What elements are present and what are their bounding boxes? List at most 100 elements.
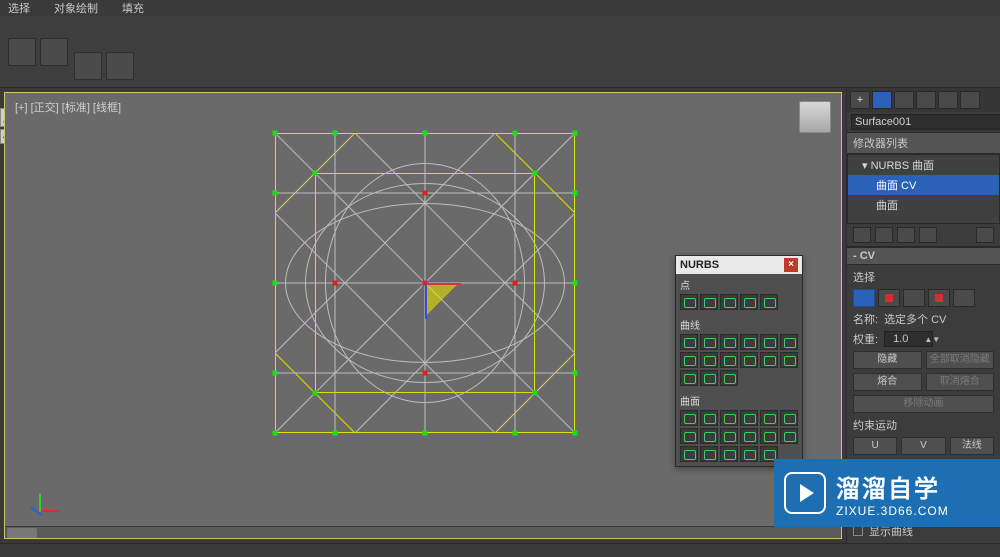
- sf-icon-5[interactable]: [760, 410, 778, 426]
- modifier-list-dropdown[interactable]: 修改器列表: [847, 132, 1000, 154]
- nurbs-close-button[interactable]: ×: [784, 258, 798, 272]
- btn-unblend[interactable]: 取消熔合: [926, 373, 995, 391]
- tab-utilities[interactable]: [960, 91, 980, 109]
- cv-icon-1[interactable]: [680, 334, 698, 350]
- sf-icon-7[interactable]: [680, 428, 698, 444]
- stack-tool-config[interactable]: [976, 227, 994, 243]
- scrollbar-thumb[interactable]: [7, 528, 37, 538]
- stack-root[interactable]: ▾ NURBS 曲面: [848, 155, 999, 175]
- rollout-cv-header[interactable]: - CV: [847, 247, 1000, 265]
- shelf-btn-4[interactable]: [106, 52, 134, 80]
- cv-icon-9[interactable]: [720, 352, 738, 368]
- nurbs-toolbox[interactable]: NURBS × 点 曲线 曲面: [675, 255, 803, 467]
- select-label: 选择: [853, 269, 994, 285]
- viewport-label[interactable]: [+] [正交] [标准] [线框]: [15, 99, 121, 115]
- shelf-btn-3[interactable]: [74, 52, 102, 80]
- tab-modify[interactable]: [872, 91, 892, 109]
- stack-tool-remove[interactable]: [919, 227, 937, 243]
- nurbs-curve-icons: [676, 332, 802, 390]
- btn-remove-animation[interactable]: 移除动画: [853, 395, 994, 413]
- sel-row-cv-icon[interactable]: [878, 289, 900, 307]
- pt-icon-5[interactable]: [760, 294, 778, 310]
- sf-icon-11[interactable]: [760, 428, 778, 444]
- stack-tool-show[interactable]: [875, 227, 893, 243]
- object-name-field[interactable]: [851, 114, 1000, 130]
- sf-icon-15[interactable]: [720, 446, 738, 462]
- sf-icon-2[interactable]: [700, 410, 718, 426]
- selection-mode-icons: [853, 289, 994, 307]
- sf-icon-4[interactable]: [740, 410, 758, 426]
- btn-constrain-u[interactable]: U: [853, 437, 897, 455]
- nurbs-section-surface: 曲面: [676, 390, 802, 408]
- sf-icon-12[interactable]: [780, 428, 798, 444]
- nurbs-surface-icons: [676, 408, 802, 466]
- cv-icon-4[interactable]: [740, 334, 758, 350]
- pt-icon-3[interactable]: [720, 294, 738, 310]
- stack-tool-unique[interactable]: [897, 227, 915, 243]
- axis-tripod: [25, 488, 65, 528]
- cv-icon-8[interactable]: [700, 352, 718, 368]
- cv-icon-15[interactable]: [720, 370, 738, 386]
- status-bar: [0, 543, 1000, 557]
- pt-icon-1[interactable]: [680, 294, 698, 310]
- cv-icon-12[interactable]: [780, 352, 798, 368]
- cv-icon-3[interactable]: [720, 334, 738, 350]
- modifier-stack[interactable]: ▾ NURBS 曲面 曲面 CV 曲面: [847, 154, 1000, 224]
- cv-icon-2[interactable]: [700, 334, 718, 350]
- pt-icon-2[interactable]: [700, 294, 718, 310]
- viewport-scrollbar[interactable]: [5, 526, 841, 538]
- menu-fill[interactable]: 填充: [122, 0, 144, 16]
- menu-object-draw[interactable]: 对象绘制: [54, 0, 98, 16]
- stack-tool-pin[interactable]: [853, 227, 871, 243]
- shelf-btn-1[interactable]: [8, 38, 36, 66]
- weight-spinner[interactable]: 1.0▲▼: [884, 331, 933, 347]
- move-gizmo[interactable]: [395, 253, 455, 313]
- shelf-btn-2[interactable]: [40, 38, 68, 66]
- viewcube[interactable]: [799, 101, 831, 133]
- sf-icon-1[interactable]: [680, 410, 698, 426]
- command-panel-tabs: +: [847, 88, 1000, 112]
- stack-sub-surface[interactable]: 曲面: [848, 195, 999, 215]
- nurbs-titlebar[interactable]: NURBS ×: [676, 256, 802, 274]
- pt-icon-4[interactable]: [740, 294, 758, 310]
- sf-icon-9[interactable]: [720, 428, 738, 444]
- btn-constrain-v[interactable]: V: [901, 437, 945, 455]
- nurbs-point-icons: [676, 292, 802, 314]
- tab-display[interactable]: [938, 91, 958, 109]
- sf-icon-13[interactable]: [680, 446, 698, 462]
- tab-motion[interactable]: [916, 91, 936, 109]
- constrain-label: 约束运动: [853, 417, 994, 433]
- btn-hide[interactable]: 隐藏: [853, 351, 922, 369]
- stack-sub-surface-cv[interactable]: 曲面 CV: [848, 175, 999, 195]
- tab-hierarchy[interactable]: [894, 91, 914, 109]
- sf-icon-6[interactable]: [780, 410, 798, 426]
- play-icon: [784, 472, 826, 514]
- stack-tools: [847, 224, 1000, 247]
- sel-single-cv-icon[interactable]: [853, 289, 875, 307]
- sel-all-cv-icon[interactable]: [928, 289, 950, 307]
- tab-create[interactable]: +: [850, 91, 870, 109]
- sf-icon-10[interactable]: [740, 428, 758, 444]
- name-label: 名称:: [853, 311, 878, 327]
- show-curve-checkbox[interactable]: [853, 526, 863, 536]
- menu-select[interactable]: 选择: [8, 0, 30, 16]
- cv-icon-14[interactable]: [700, 370, 718, 386]
- cv-icon-5[interactable]: [760, 334, 778, 350]
- cv-icon-7[interactable]: [680, 352, 698, 368]
- watermark: 溜溜自学 ZIXUE.3D66.COM: [774, 459, 1000, 527]
- sf-icon-14[interactable]: [700, 446, 718, 462]
- btn-unhide-all[interactable]: 全部取消隐藏: [926, 351, 995, 369]
- cv-icon-13[interactable]: [680, 370, 698, 386]
- btn-blend[interactable]: 熔合: [853, 373, 922, 391]
- cv-icon-10[interactable]: [740, 352, 758, 368]
- sf-icon-3[interactable]: [720, 410, 738, 426]
- btn-constrain-normal[interactable]: 法线: [950, 437, 994, 455]
- sel-extra-cv-icon[interactable]: [953, 289, 975, 307]
- weight-label: 权重:: [853, 331, 878, 347]
- cv-icon-6[interactable]: [780, 334, 798, 350]
- toolbar-shelf: [0, 16, 1000, 88]
- sf-icon-16[interactable]: [740, 446, 758, 462]
- cv-icon-11[interactable]: [760, 352, 778, 368]
- sf-icon-8[interactable]: [700, 428, 718, 444]
- sel-col-cv-icon[interactable]: [903, 289, 925, 307]
